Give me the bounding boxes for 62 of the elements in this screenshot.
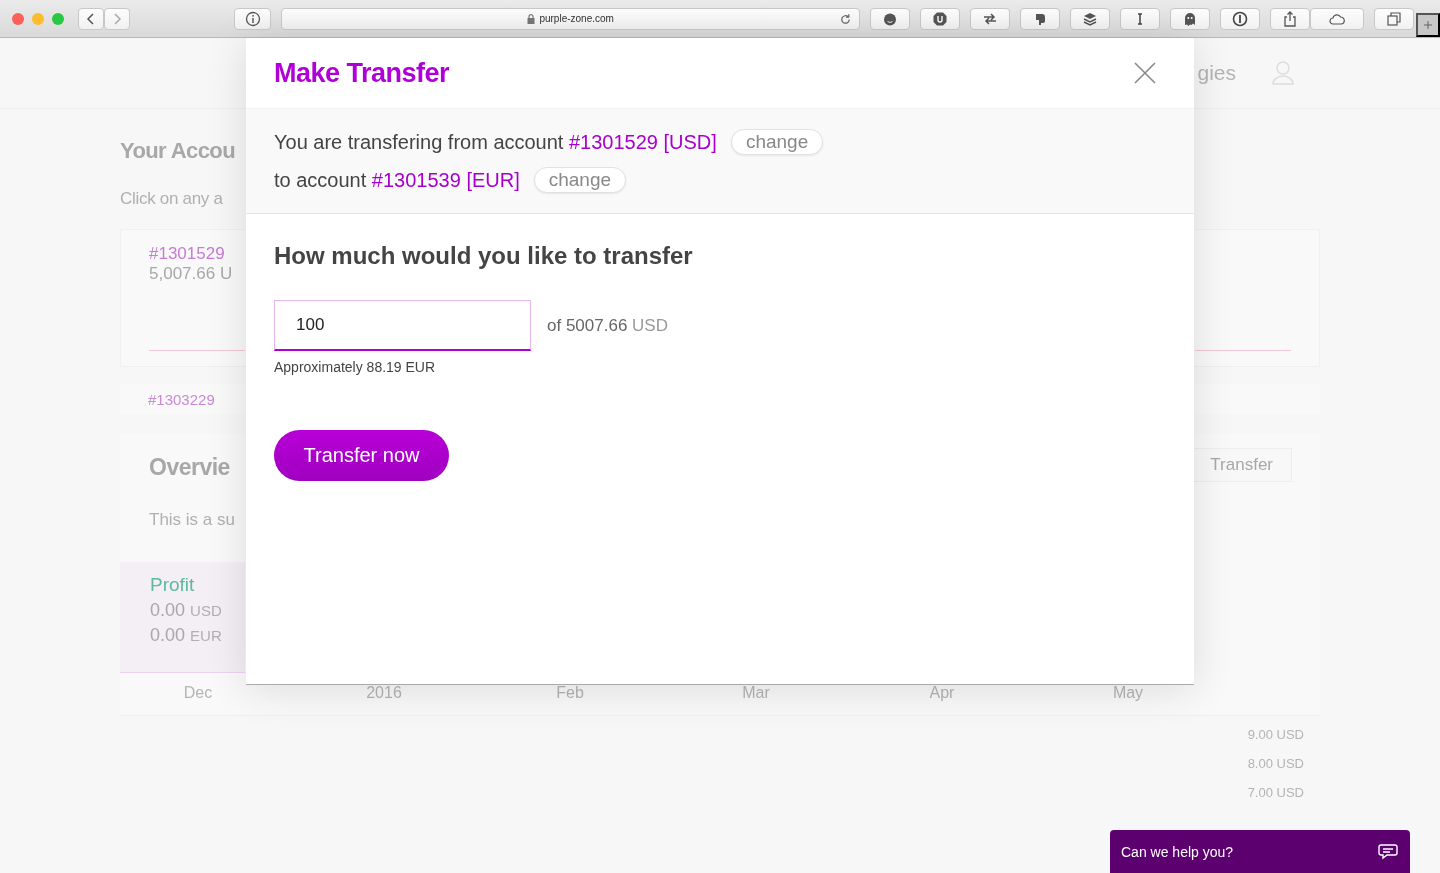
cloud-tabs-button[interactable]	[1310, 7, 1364, 30]
ghost-icon	[1182, 10, 1198, 27]
axis-label: 7.00 USD	[1247, 785, 1304, 800]
extension-button[interactable]	[920, 7, 960, 30]
overview-text: This is a su	[149, 509, 235, 531]
axis-label: Mar	[742, 684, 770, 703]
extension-button[interactable]	[970, 7, 1010, 30]
overview-title: Overvie	[149, 454, 230, 481]
close-button[interactable]	[1134, 62, 1156, 84]
account-link[interactable]: #1301529 [USD]	[569, 130, 717, 153]
chat-bubbles-icon[interactable]	[1378, 842, 1398, 861]
axis-label: 2016	[366, 684, 402, 703]
axis-label: Dec	[183, 684, 213, 703]
axis-label: May	[1112, 684, 1144, 703]
account-line: You are transfering from account #1301529 [USD]	[274, 130, 717, 154]
plus-icon	[1424, 19, 1432, 31]
chat-prompt[interactable]: Can we help you?	[1121, 843, 1234, 860]
swap-arrows-icon	[982, 10, 998, 27]
axis-label: 8.00 USD	[1247, 756, 1304, 771]
tabs-icon	[1386, 10, 1402, 27]
extension-button[interactable]	[1070, 7, 1110, 30]
axis-label: Apr	[929, 684, 955, 703]
extension-button[interactable]	[1120, 7, 1160, 30]
extension-button[interactable]	[1220, 7, 1260, 30]
profit-amount: 0.00 EUR	[150, 625, 222, 646]
share-button[interactable]	[1270, 7, 1310, 30]
extension-button[interactable]	[1020, 7, 1060, 30]
change-button[interactable]: change	[730, 129, 824, 155]
url-text: purple-zone.com	[539, 13, 614, 24]
transfer-question: How much would you like to transfer	[274, 242, 694, 270]
amount-field[interactable]: 100	[274, 300, 531, 351]
account-number: #1303229	[148, 391, 215, 408]
page-subtitle: Click on any a	[120, 188, 223, 210]
page-title: Your Accou	[120, 137, 235, 165]
reload-button[interactable]	[838, 11, 853, 27]
lock-icon	[527, 13, 536, 24]
site-info-button[interactable]	[234, 7, 272, 30]
profit-amount: 0.00 USD	[150, 600, 222, 621]
change-button[interactable]: change	[533, 167, 627, 193]
reload-icon	[838, 11, 853, 27]
extension-button[interactable]	[1170, 7, 1210, 30]
profit-label: Profit	[150, 574, 195, 596]
account-number: #1301529	[149, 244, 225, 264]
axis-label: 9.00 USD	[1247, 727, 1304, 742]
transfer-now-button[interactable]: Transfer now	[274, 430, 449, 481]
info-icon	[244, 10, 261, 27]
conversion-hint: Approximately 88.19 EUR	[274, 359, 437, 375]
address-bar[interactable]: purple-zone.com	[281, 7, 860, 30]
account-balance: 5,007.66 U	[149, 264, 233, 284]
chevron-right-icon	[112, 12, 122, 25]
shield-u-icon	[932, 10, 948, 27]
modal-title: Make Transfer	[274, 57, 450, 89]
account-link[interactable]: #1301539 [EUR]	[371, 168, 520, 191]
share-icon	[1282, 10, 1298, 27]
chevron-left-icon	[86, 12, 96, 25]
extension-button[interactable]	[870, 7, 910, 30]
layers-icon	[1082, 10, 1098, 27]
axis-label: Feb	[556, 684, 584, 703]
back-button[interactable]	[78, 7, 104, 30]
available-balance: of 5007.66 USD	[547, 315, 668, 336]
account-line: to account #1301539 [EUR]	[274, 168, 520, 192]
new-tab-button[interactable]	[1416, 13, 1440, 37]
